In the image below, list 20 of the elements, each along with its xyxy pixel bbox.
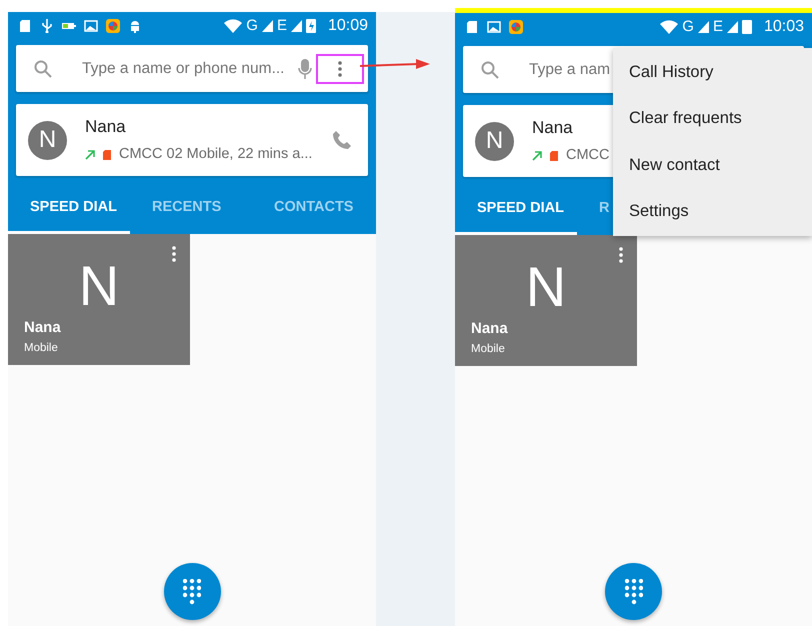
clock-time: 10:03 <box>764 16 804 36</box>
call-detail: CMCC <box>566 146 610 166</box>
search-placeholder: Type a nam <box>529 60 610 80</box>
tile-name: Nana <box>471 319 509 340</box>
network-type-label: G <box>246 18 258 33</box>
contact-name: Nana <box>85 116 126 138</box>
network-type-label: E <box>712 19 723 34</box>
network-type-label: E <box>276 18 287 33</box>
call-detail: CMCC 02 Mobile, 22 mins a... <box>119 145 312 164</box>
clock-time: 10:09 <box>328 16 368 36</box>
tile-initial: N <box>78 258 120 314</box>
contact-name: Nana <box>532 117 573 140</box>
tile-number-type: Mobile <box>471 342 506 357</box>
contact-avatar: N <box>28 120 67 160</box>
tile-initial: N <box>526 259 566 315</box>
network-type-label: G <box>682 19 694 34</box>
tile-name: Nana <box>24 318 62 338</box>
tile-number-type: Mobile <box>24 340 59 356</box>
search-placeholder: Type a name or phone num... <box>82 58 284 79</box>
contact-avatar: N <box>475 122 514 160</box>
